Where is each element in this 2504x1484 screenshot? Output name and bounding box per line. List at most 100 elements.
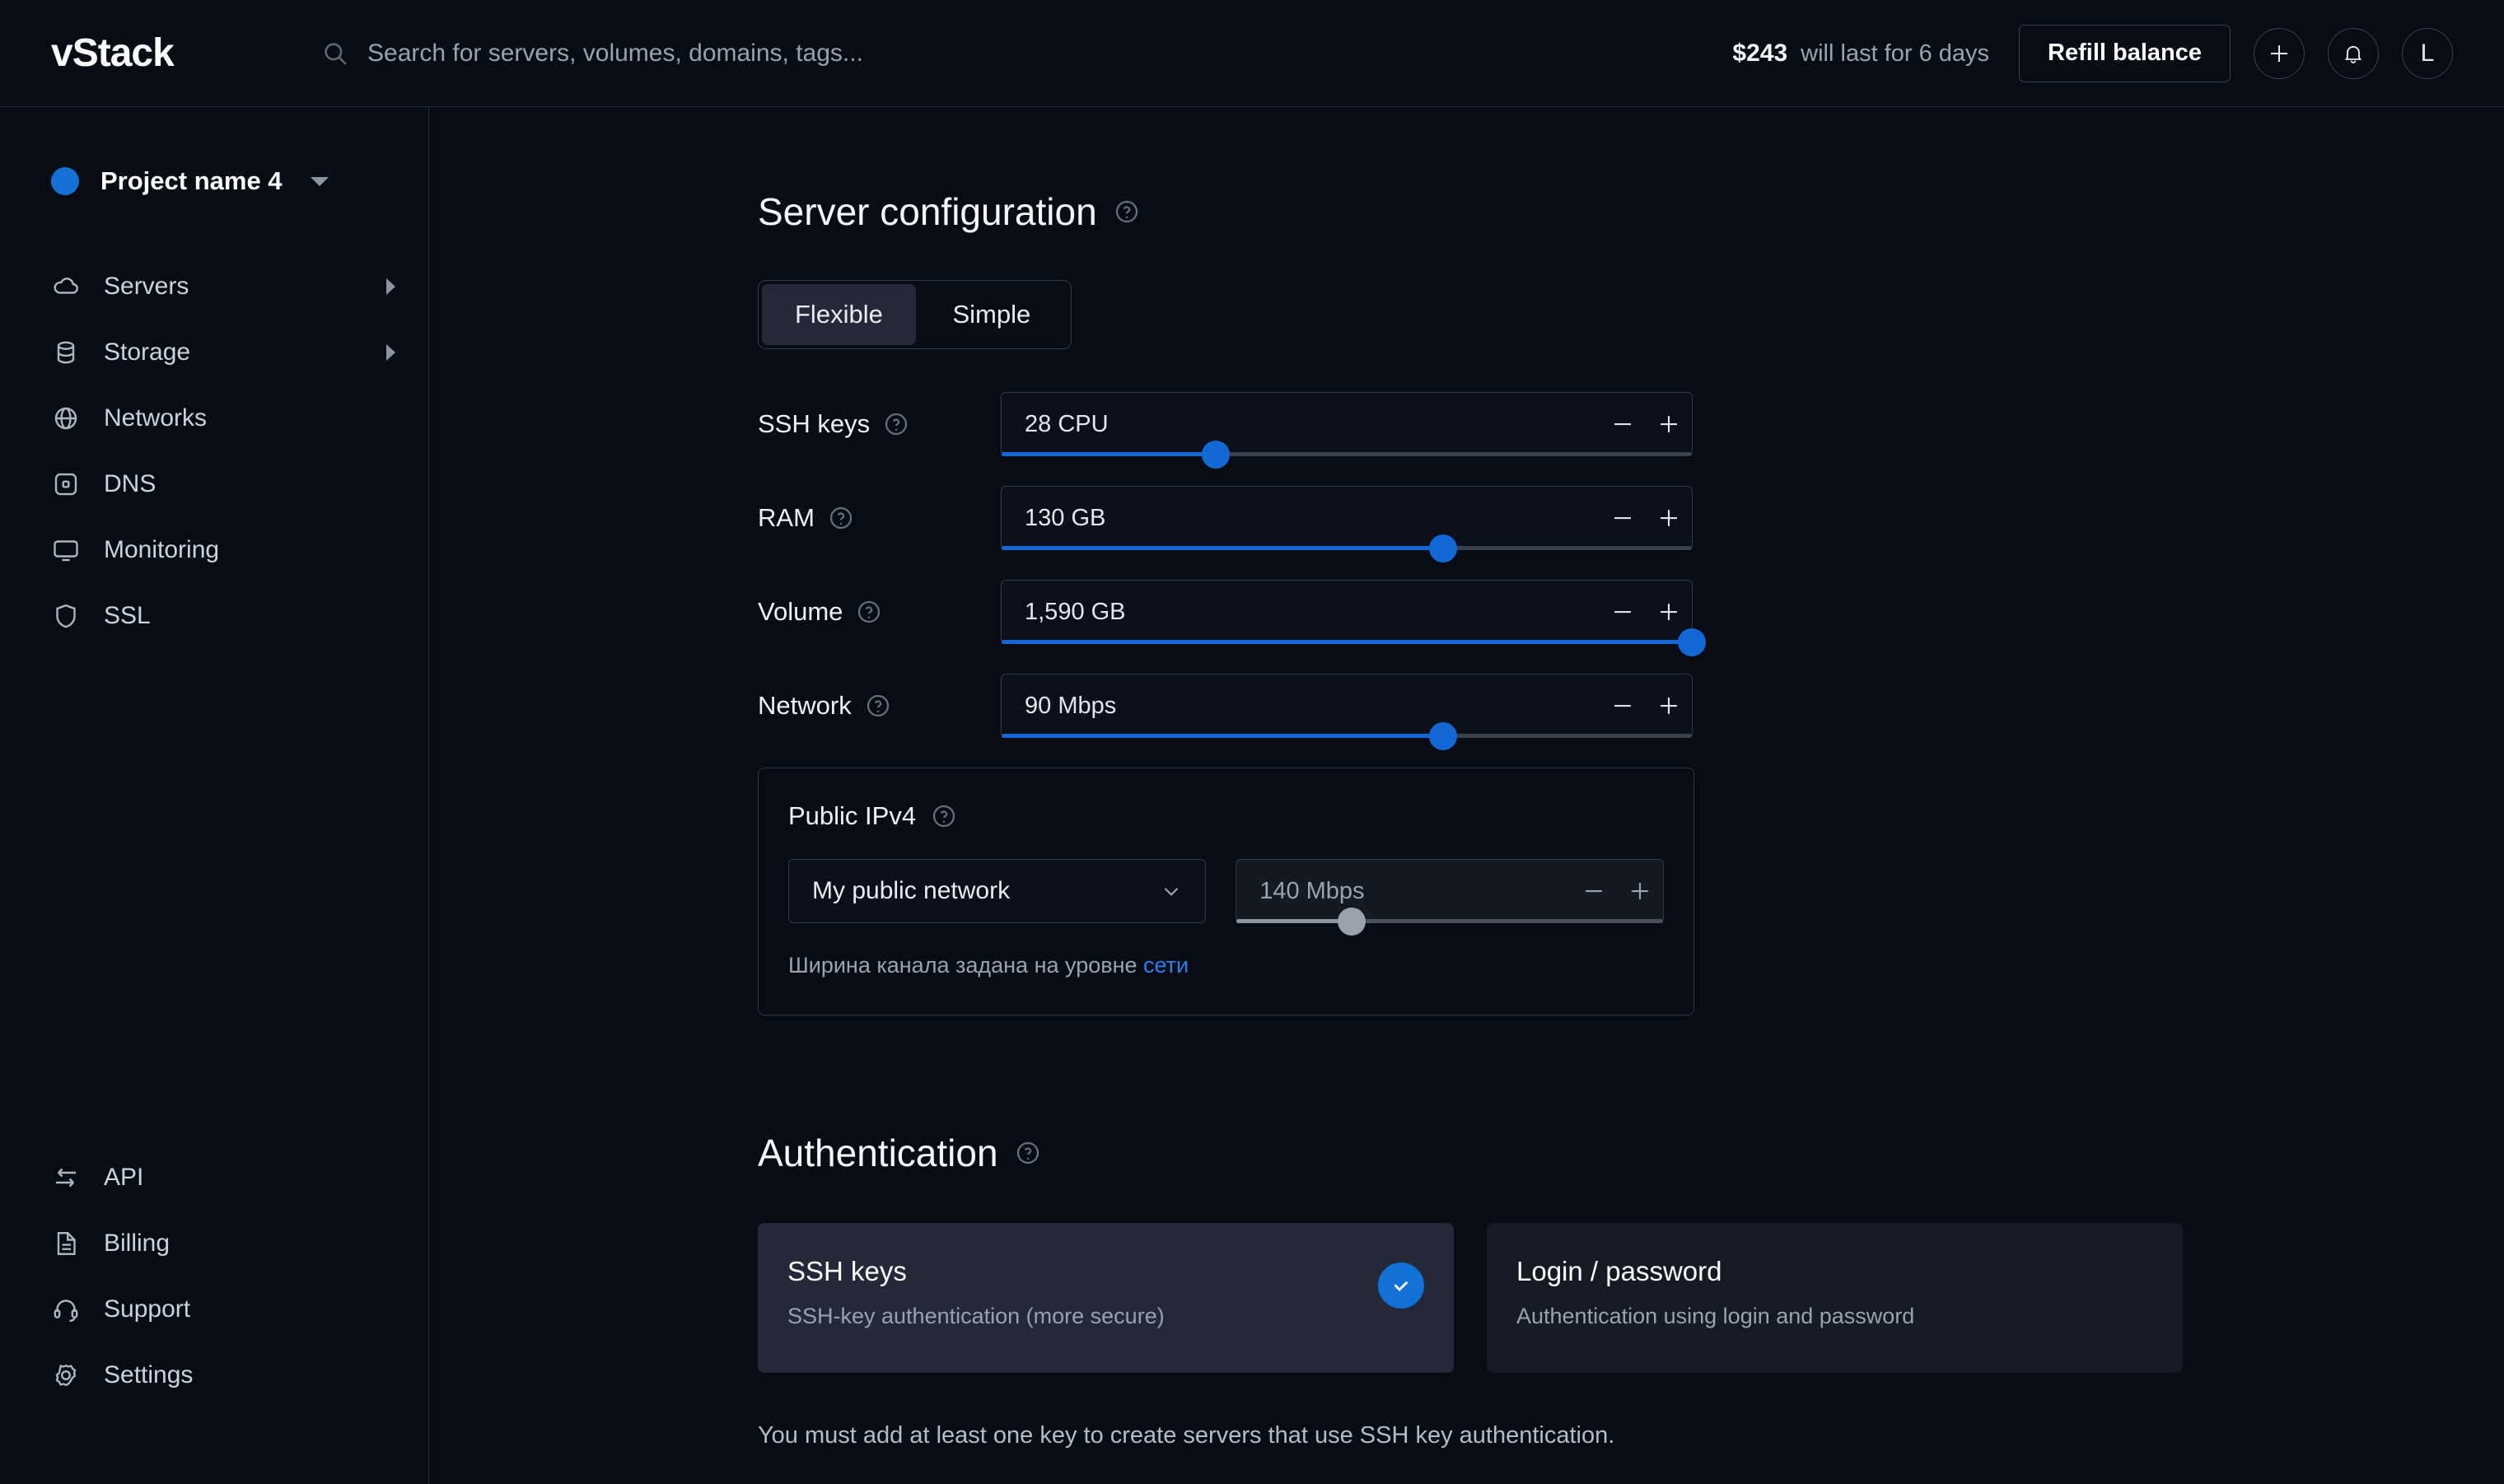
ram-slider-thumb[interactable] bbox=[1429, 534, 1458, 562]
ram-value: 130 GB bbox=[1025, 504, 1106, 531]
tab-flexible[interactable]: Flexible bbox=[762, 284, 916, 345]
network-slider-thumb[interactable] bbox=[1429, 721, 1458, 750]
resource-sliders: SSH keys 28 CPU RAM 130 GB Volume 1,590 … bbox=[758, 392, 2504, 750]
ram-increment-button[interactable] bbox=[1646, 495, 1692, 541]
authentication-options: SSH keys SSH-key authentication (more se… bbox=[758, 1223, 2504, 1373]
ram-decrement-button[interactable] bbox=[1600, 495, 1646, 541]
sidebar-item-label: SSL bbox=[104, 602, 151, 629]
public-ipv4-hint: Ширина канала задана на уровне сети bbox=[788, 953, 1664, 978]
global-search[interactable] bbox=[321, 39, 1732, 68]
cpu-slider-fill bbox=[1002, 452, 1216, 456]
app-root: vStack $243 will last for 6 days Refill … bbox=[0, 0, 2504, 1484]
cpu-slider-thumb[interactable] bbox=[1201, 440, 1230, 469]
volume-increment-button[interactable] bbox=[1646, 589, 1692, 635]
volume-slider-thumb[interactable] bbox=[1678, 628, 1706, 656]
public-ipv4-bandwidth-value: 140 Mbps bbox=[1259, 877, 1365, 904]
add-button[interactable] bbox=[2254, 27, 2305, 79]
public-ipv4-increment-button bbox=[1617, 868, 1663, 914]
volume-slider-fill bbox=[1002, 640, 1692, 644]
public-network-select[interactable]: My public network bbox=[788, 859, 1207, 923]
authentication-title: Authentication bbox=[758, 1131, 2504, 1175]
avatar-letter: L bbox=[2420, 39, 2435, 67]
sidebar-item-label: API bbox=[104, 1164, 144, 1191]
sidebar-item-support[interactable]: Support bbox=[0, 1276, 428, 1342]
help-circle-icon[interactable] bbox=[883, 411, 909, 437]
selected-badge bbox=[1378, 1262, 1424, 1309]
help-circle-icon[interactable] bbox=[828, 505, 854, 531]
resource-row-network: Network 90 Mbps bbox=[758, 674, 2504, 750]
help-circle-icon[interactable] bbox=[931, 803, 957, 829]
public-ipv4-bandwidth-stepper: 140 Mbps bbox=[1236, 859, 1664, 936]
balance-amount: $243 bbox=[1732, 39, 1788, 67]
user-avatar[interactable]: L bbox=[2402, 27, 2453, 79]
ram-stepper[interactable]: 130 GB bbox=[1001, 486, 1693, 562]
logo-text: vStack bbox=[51, 31, 175, 75]
public-ipv4-title-text: Public IPv4 bbox=[788, 801, 917, 830]
sidebar-item-label: Networks bbox=[104, 404, 208, 432]
public-ipv4-slider-fill bbox=[1236, 919, 1352, 923]
sidebar-item-ssl[interactable]: SSL bbox=[0, 583, 428, 649]
sidebar-item-monitoring[interactable]: Monitoring bbox=[0, 517, 428, 583]
auth-option-ssh-keys[interactable]: SSH keys SSH-key authentication (more se… bbox=[758, 1223, 1454, 1373]
cpu-decrement-button[interactable] bbox=[1600, 401, 1646, 447]
notifications-button[interactable] bbox=[2328, 27, 2379, 79]
refill-balance-button[interactable]: Refill balance bbox=[2019, 24, 2231, 82]
volume-value: 1,590 GB bbox=[1025, 598, 1126, 625]
cloud-icon bbox=[54, 278, 78, 294]
document-icon bbox=[57, 1232, 76, 1255]
configuration-mode-tabs: Flexible Simple bbox=[758, 280, 1072, 349]
project-color-dot bbox=[51, 167, 79, 195]
volume-slider-track[interactable] bbox=[1002, 628, 1706, 656]
sidebar-item-settings[interactable]: Settings bbox=[0, 1342, 428, 1408]
help-circle-icon[interactable] bbox=[865, 693, 891, 719]
plus-icon bbox=[1661, 698, 1677, 714]
cpu-stepper[interactable]: 28 CPU bbox=[1001, 392, 1693, 469]
cpu-slider-track[interactable] bbox=[1002, 440, 1692, 469]
balance-note: will last for 6 days bbox=[1801, 40, 1990, 67]
chevron-right-icon bbox=[386, 344, 395, 361]
globe-icon bbox=[54, 407, 77, 430]
network-decrement-button[interactable] bbox=[1600, 683, 1646, 729]
authentication-title-text: Authentication bbox=[758, 1132, 998, 1174]
project-selector[interactable]: Project name 4 bbox=[51, 166, 428, 196]
tab-simple[interactable]: Simple bbox=[916, 284, 1067, 345]
sidebar-item-servers[interactable]: Servers bbox=[0, 254, 428, 320]
plus-icon bbox=[1661, 604, 1677, 620]
network-value: 90 Mbps bbox=[1025, 692, 1117, 719]
sidebar-item-label: DNS bbox=[104, 470, 156, 497]
help-circle-icon[interactable] bbox=[1114, 198, 1140, 225]
sidebar-item-label: Billing bbox=[104, 1230, 171, 1257]
network-increment-button[interactable] bbox=[1646, 683, 1692, 729]
network-settings-link[interactable]: сети bbox=[1143, 953, 1189, 978]
search-input[interactable] bbox=[367, 39, 1076, 68]
database-icon bbox=[57, 341, 75, 364]
network-stepper[interactable]: 90 Mbps bbox=[1001, 674, 1693, 750]
help-circle-icon[interactable] bbox=[856, 599, 882, 625]
auth-option-login-password[interactable]: Login / password Authentication using lo… bbox=[1487, 1223, 2183, 1373]
auth-option-description: Authentication using login and password bbox=[1516, 1304, 1915, 1328]
sidebar-item-billing[interactable]: Billing bbox=[0, 1211, 428, 1276]
ram-slider-track[interactable] bbox=[1002, 534, 1692, 562]
chevron-down-icon bbox=[1164, 888, 1179, 896]
public-ipv4-controls: My public network 140 Mbps bbox=[788, 859, 1664, 936]
volume-decrement-button[interactable] bbox=[1600, 589, 1646, 635]
row-label: SSH keys bbox=[758, 409, 1001, 439]
resource-row-volume: Volume 1,590 GB bbox=[758, 580, 2504, 656]
sidebar-item-label: Monitoring bbox=[104, 536, 220, 563]
sidebar-item-label: Settings bbox=[104, 1361, 194, 1388]
cpu-increment-button[interactable] bbox=[1646, 401, 1692, 447]
app-logo[interactable]: vStack bbox=[51, 30, 216, 76]
minus-icon bbox=[1586, 889, 1602, 893]
network-slider-track[interactable] bbox=[1002, 721, 1692, 750]
sidebar-item-networks[interactable]: Networks bbox=[0, 385, 428, 451]
sidebar-item-api[interactable]: API bbox=[0, 1145, 428, 1211]
sidebar-item-dns[interactable]: DNS bbox=[0, 451, 428, 517]
bell-icon bbox=[2344, 45, 2362, 63]
plus-icon bbox=[1632, 883, 1648, 899]
minus-icon bbox=[1614, 516, 1631, 520]
sidebar: Project name 4 Servers Storage Networks … bbox=[0, 107, 429, 1484]
chevron-down-icon bbox=[310, 176, 329, 186]
help-circle-icon[interactable] bbox=[1015, 1140, 1041, 1166]
sidebar-item-storage[interactable]: Storage bbox=[0, 320, 428, 385]
volume-stepper[interactable]: 1,590 GB bbox=[1001, 580, 1706, 656]
